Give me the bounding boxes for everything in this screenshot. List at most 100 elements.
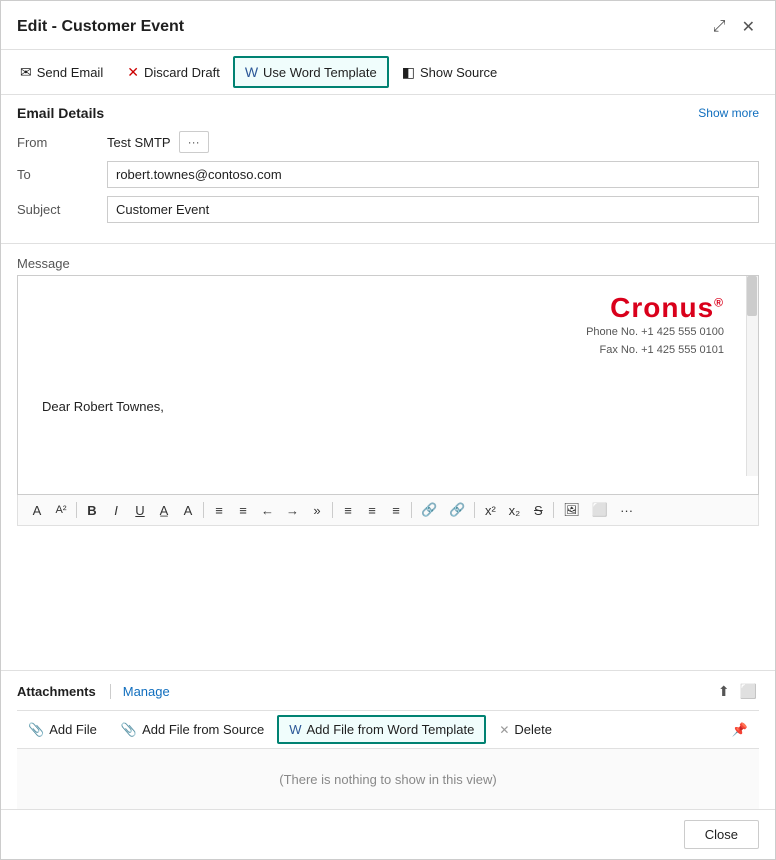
attachments-header: Attachments Manage ⬆ ⬜ — [17, 681, 759, 702]
upload-icon-button[interactable]: ⬆ — [716, 681, 732, 702]
align-right-button[interactable]: ≡ — [385, 500, 407, 521]
align-center-button[interactable]: ≡ — [361, 500, 383, 521]
message-greeting: Dear Robert Townes, — [38, 399, 738, 414]
insert-image-button[interactable]: 🖼 — [558, 499, 585, 521]
header-icons: ⤢ ✕ — [709, 15, 759, 39]
expand-button[interactable]: ⤢ — [709, 15, 730, 39]
from-more-button[interactable]: ··· — [179, 131, 209, 153]
add-file-button[interactable]: 📎 Add File — [17, 716, 108, 744]
highlight-button[interactable]: A̲ — [153, 500, 175, 521]
align-button[interactable]: ≡ — [208, 500, 230, 521]
link-button[interactable]: 🔗 — [416, 499, 442, 521]
to-row: To — [17, 161, 759, 188]
subject-input[interactable] — [107, 196, 759, 223]
toolbar-separator-6 — [553, 502, 554, 518]
add-file-from-source-button[interactable]: 📎 Add File from Source — [110, 716, 275, 744]
close-dialog-button[interactable]: ✕ — [738, 15, 759, 39]
font-size-button[interactable]: A — [26, 500, 48, 521]
from-text: Test SMTP — [107, 135, 171, 150]
cronus-reg: ® — [714, 296, 724, 310]
manage-link[interactable]: Manage — [111, 684, 170, 699]
add-file-source-icon: 📎 — [121, 722, 137, 738]
close-button[interactable]: Close — [684, 820, 759, 849]
phone-value: +1 425 555 0100 — [641, 326, 724, 338]
phone-label: Phone No. — [586, 326, 638, 338]
discard-draft-label: Discard Draft — [144, 65, 220, 80]
attachments-title: Attachments — [17, 684, 111, 699]
subscript-button[interactable]: x₂ — [503, 500, 525, 521]
email-details-title: Email Details — [17, 105, 104, 121]
add-file-label: Add File — [49, 722, 97, 737]
edit-dialog: Edit - Customer Event ⤢ ✕ ✉ Send Email ✕… — [0, 0, 776, 860]
email-details-header: Email Details Show more — [17, 105, 759, 121]
delete-attachment-button[interactable]: ✕ Delete — [488, 716, 563, 743]
word-template-icon: W — [289, 722, 301, 737]
message-content[interactable]: Cronus® Phone No. +1 425 555 0100 Fax No… — [18, 276, 758, 476]
bullet-list-button[interactable]: ≡ — [232, 500, 254, 521]
insert-table-button[interactable]: ⬜ — [587, 499, 613, 521]
divider — [1, 243, 775, 244]
rich-text-toolbar: A A² B I U A̲ A ≡ ≡ ← → » ≡ ≡ ≡ 🔗 🔗 x² x… — [17, 495, 759, 526]
action-toolbar: ✉ Send Email ✕ Discard Draft W Use Word … — [1, 50, 775, 95]
font-color-button[interactable]: A — [177, 500, 199, 521]
toolbar-separator-3 — [332, 502, 333, 518]
delete-icon: ✕ — [499, 723, 509, 737]
fax-value: +1 425 555 0101 — [641, 344, 724, 356]
show-source-label: Show Source — [420, 65, 497, 80]
strikethrough-button[interactable]: S — [527, 500, 549, 521]
align-left-button[interactable]: ≡ — [337, 500, 359, 521]
discard-draft-button[interactable]: ✕ Discard Draft — [116, 57, 231, 88]
more-options-button[interactable]: ··· — [615, 500, 638, 521]
fax-label: Fax No. — [600, 344, 639, 356]
toolbar-separator-4 — [411, 502, 412, 518]
add-file-from-word-template-label: Add File from Word Template — [306, 722, 474, 737]
cronus-header: Cronus® — [38, 292, 738, 324]
dialog-footer: Close — [1, 809, 775, 859]
outdent-button[interactable]: ← — [256, 500, 279, 521]
cronus-contact: Phone No. +1 425 555 0100 Fax No. +1 425… — [38, 324, 738, 359]
to-label: To — [17, 167, 107, 182]
download-icon-button[interactable]: ⬜ — [738, 681, 759, 702]
indent-button[interactable]: → — [281, 500, 304, 521]
pin-button[interactable]: 📌 — [721, 716, 759, 744]
attachments-toolbar: 📎 Add File 📎 Add File from Source W Add … — [17, 710, 759, 749]
blockquote-button[interactable]: » — [306, 500, 328, 521]
dialog-header: Edit - Customer Event ⤢ ✕ — [1, 1, 775, 50]
bold-button[interactable]: B — [81, 500, 103, 521]
use-word-template-button[interactable]: W Use Word Template — [233, 56, 389, 88]
subject-label: Subject — [17, 202, 107, 217]
superscript-button[interactable]: x² — [479, 500, 501, 521]
subject-row: Subject — [17, 196, 759, 223]
use-word-template-label: Use Word Template — [263, 65, 377, 80]
add-file-from-word-template-button[interactable]: W Add File from Word Template — [277, 715, 486, 744]
unlink-button[interactable]: 🔗 — [444, 499, 470, 521]
dialog-title: Edit - Customer Event — [17, 18, 184, 36]
underline-button[interactable]: U — [129, 500, 151, 521]
toolbar-separator-2 — [203, 502, 204, 518]
from-value: Test SMTP ··· — [107, 131, 759, 153]
discard-draft-icon: ✕ — [127, 64, 139, 81]
cronus-name: Cronus — [610, 292, 714, 323]
send-email-icon: ✉ — [20, 64, 32, 81]
email-details-section: Email Details Show more From Test SMTP ·… — [1, 95, 775, 231]
toolbar-separator-1 — [76, 502, 77, 518]
attachments-header-icons: ⬆ ⬜ — [716, 681, 759, 702]
send-email-button[interactable]: ✉ Send Email — [9, 57, 114, 88]
italic-button[interactable]: I — [105, 500, 127, 521]
scrollbar-thumb[interactable] — [747, 276, 757, 316]
toolbar-separator-5 — [474, 502, 475, 518]
add-file-from-source-label: Add File from Source — [142, 722, 264, 737]
delete-label: Delete — [514, 722, 552, 737]
empty-message: (There is nothing to show in this view) — [279, 772, 496, 787]
message-section: Message Cronus® Phone No. +1 425 555 010… — [1, 256, 775, 660]
pin-icon: 📌 — [732, 722, 748, 738]
from-row: From Test SMTP ··· — [17, 131, 759, 153]
message-label: Message — [17, 256, 759, 271]
add-file-icon: 📎 — [28, 722, 44, 738]
show-source-button[interactable]: ◧ Show Source — [391, 57, 509, 88]
empty-view: (There is nothing to show in this view) — [17, 749, 759, 809]
use-word-template-icon: W — [245, 64, 258, 80]
to-input[interactable] — [107, 161, 759, 188]
superscript-a-button[interactable]: A² — [50, 501, 72, 519]
show-more-link[interactable]: Show more — [698, 106, 759, 120]
